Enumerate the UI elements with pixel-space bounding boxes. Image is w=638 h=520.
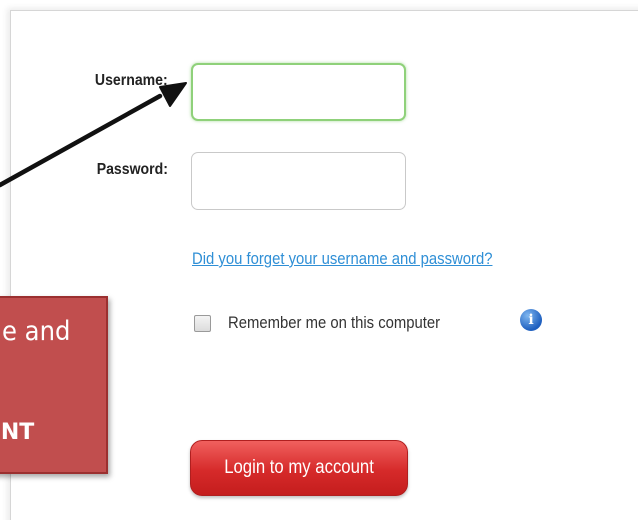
instruction-callout: e and UNT	[0, 296, 108, 474]
remember-me-checkbox[interactable]	[194, 315, 211, 332]
username-label: Username:	[95, 72, 168, 89]
login-button[interactable]: Login to my account	[190, 440, 408, 496]
password-input[interactable]	[191, 152, 406, 210]
callout-text-line1: e and	[2, 316, 71, 347]
callout-text-line2: UNT	[0, 420, 35, 445]
password-label: Password:	[96, 161, 168, 178]
remember-me-label: Remember me on this computer	[228, 314, 441, 332]
forgot-credentials-link[interactable]: Did you forget your username and passwor…	[192, 250, 492, 269]
login-button-label: Login to my account	[224, 457, 374, 478]
info-icon[interactable]: i	[520, 309, 542, 331]
username-input[interactable]	[191, 63, 406, 121]
login-page: Username: Password: Did you forget your …	[0, 0, 638, 520]
